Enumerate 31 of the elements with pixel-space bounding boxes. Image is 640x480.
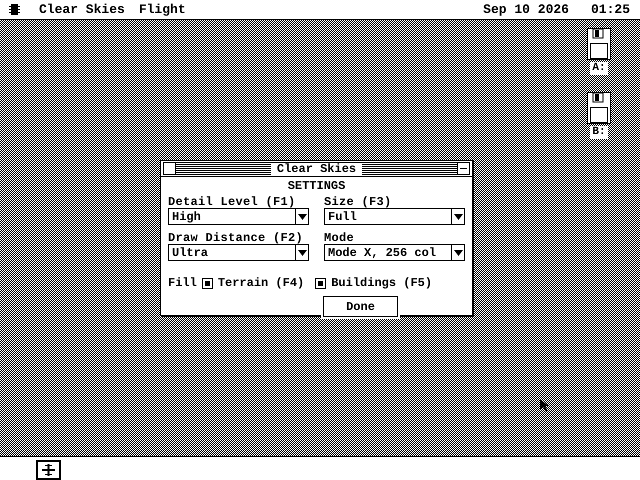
field-label: Draw Distance (F2) [168, 230, 304, 244]
drive-label: B: [590, 126, 608, 139]
checkbox-label: Terrain (F4) [218, 277, 304, 289]
drive-label: A: [590, 62, 608, 75]
menu-item[interactable]: Clear Skies [38, 3, 126, 16]
close-box[interactable] [163, 162, 176, 175]
checkbox-label: Buildings (F5) [331, 277, 432, 289]
caret-icon [298, 214, 306, 220]
checkbox[interactable] [315, 278, 326, 288]
caret-icon [454, 250, 462, 256]
dropdown[interactable]: Mode X, 256 col [324, 244, 465, 261]
field-label: Mode [324, 230, 356, 244]
full-box[interactable] [457, 162, 470, 175]
dropdown[interactable]: High [168, 208, 309, 225]
menu-date: Sep 10 2026 [482, 3, 570, 16]
field-label: Size (F3) [324, 194, 393, 208]
menu-item[interactable]: Flight [138, 3, 187, 16]
dropdown[interactable]: Ultra [168, 244, 309, 261]
airplane-icon[interactable] [36, 460, 61, 480]
done-button[interactable]: Done [323, 296, 398, 317]
mouse-pointer-icon [540, 399, 550, 413]
dropdown[interactable]: Full [324, 208, 465, 225]
checkbox[interactable] [202, 278, 213, 288]
caret-icon [454, 214, 462, 220]
field-label: Detail Level (F1) [168, 194, 297, 208]
desk-menu-icon[interactable] [9, 4, 20, 15]
caret-icon [298, 250, 306, 256]
window-title: Clear Skies [270, 162, 362, 174]
menu-clock: 01:25 [590, 3, 631, 16]
dialog-heading: SETTINGS [286, 180, 346, 192]
fill-label: Fill [168, 277, 197, 289]
